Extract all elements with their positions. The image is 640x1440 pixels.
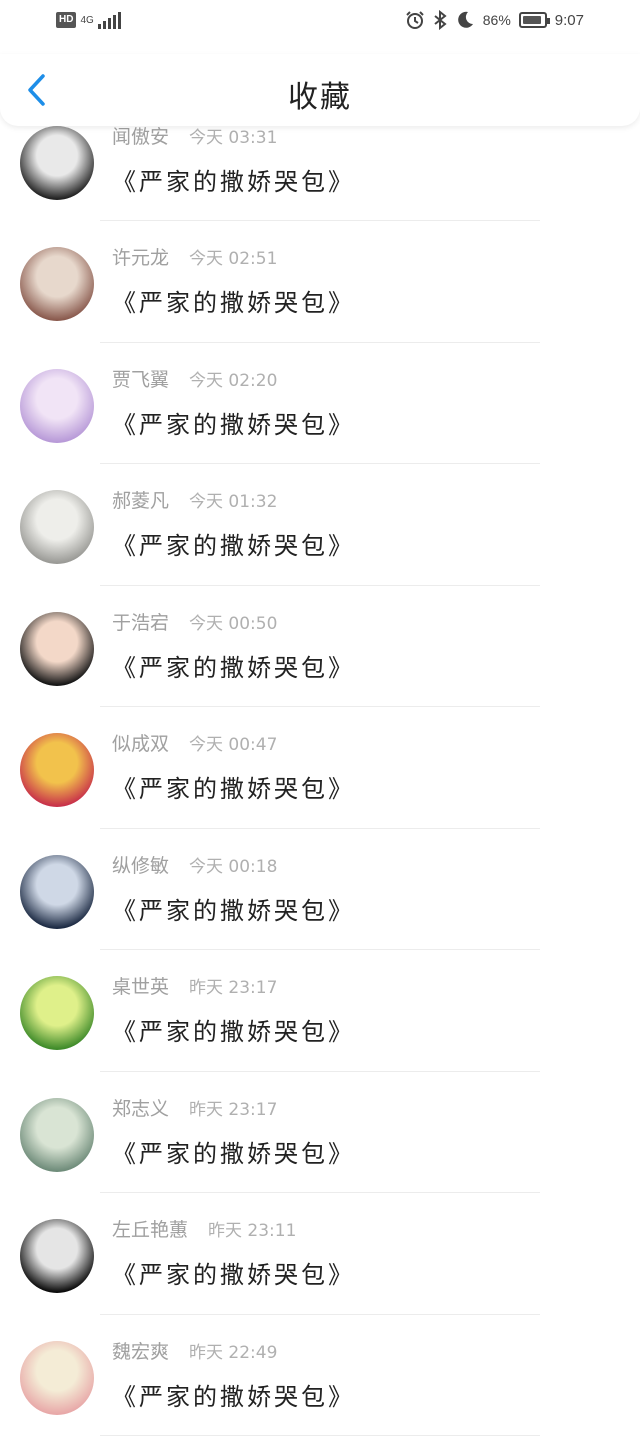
user-name: 贾飞翼 bbox=[112, 368, 170, 391]
list-item[interactable]: 许元龙 今天 02:51 《严家的撒娇哭包》 bbox=[0, 221, 640, 343]
user-name: 许元龙 bbox=[112, 247, 170, 269]
book-title[interactable]: 《严家的撒娇哭包》 bbox=[112, 769, 355, 804]
user-name: 左丘艳蕙 bbox=[112, 1219, 189, 1241]
book-title[interactable]: 《严家的撒娇哭包》 bbox=[112, 1255, 355, 1290]
item-meta: 于浩宕 今天 00:50 bbox=[112, 608, 277, 635]
list-item[interactable]: 魏宏爽 昨天 22:49 《严家的撒娇哭包》 bbox=[0, 1315, 640, 1436]
item-meta: 魏宏爽 昨天 22:49 bbox=[112, 1337, 277, 1364]
top-nav-bar: 收藏 bbox=[0, 54, 640, 126]
book-title[interactable]: 《严家的撒娇哭包》 bbox=[112, 283, 355, 318]
item-meta: 似成双 今天 00:47 bbox=[112, 729, 277, 756]
timestamp: 今天 02:51 bbox=[189, 249, 278, 269]
user-name: 纵修敏 bbox=[112, 854, 170, 877]
avatar[interactable] bbox=[20, 490, 94, 564]
list-item[interactable]: 郝菱凡 今天 01:32 《严家的撒娇哭包》 bbox=[0, 464, 640, 586]
book-title[interactable]: 《严家的撒娇哭包》 bbox=[112, 891, 355, 926]
book-title[interactable]: 《严家的撒娇哭包》 bbox=[112, 162, 355, 197]
list-item[interactable]: 左丘艳蕙 昨天 23:11 《严家的撒娇哭包》 bbox=[0, 1193, 640, 1315]
timestamp: 昨天 23:17 bbox=[189, 978, 278, 998]
avatar[interactable] bbox=[20, 854, 94, 929]
user-name: 似成双 bbox=[112, 733, 170, 755]
user-name: 郑志义 bbox=[112, 1097, 170, 1120]
signal-icon bbox=[97, 11, 121, 29]
page-title: 收藏 bbox=[288, 80, 352, 115]
book-title[interactable]: 《严家的撒娇哭包》 bbox=[112, 1377, 355, 1412]
favorites-list: 闻傲安 今天 03:31 《严家的撒娇哭包》 许元龙 今天 02:51 《严家的撒娇哭包》… bbox=[0, 126, 640, 1440]
battery-percent: 86% bbox=[482, 12, 511, 28]
avatar[interactable] bbox=[20, 126, 94, 200]
list-item[interactable]: 闻傲安 今天 03:31 《严家的撒娇哭包》 bbox=[0, 126, 640, 221]
avatar[interactable] bbox=[20, 976, 94, 1050]
list-item[interactable]: 似成双 今天 00:47 《严家的撒娇哭包》 bbox=[0, 707, 640, 829]
book-title[interactable]: 《严家的撒娇哭包》 bbox=[112, 1012, 355, 1047]
list-item[interactable]: 桌世英 昨天 23:17 《严家的撒娇哭包》 bbox=[0, 950, 640, 1072]
timestamp: 今天 02:20 bbox=[189, 370, 278, 391]
user-name: 郝菱凡 bbox=[112, 490, 170, 512]
status-right: 86% 9:07 bbox=[405, 10, 584, 30]
item-meta: 郑志义 昨天 23:17 bbox=[112, 1094, 277, 1121]
item-meta: 郝菱凡 今天 01:32 bbox=[112, 486, 277, 513]
avatar[interactable] bbox=[20, 1097, 94, 1172]
user-name: 于浩宕 bbox=[112, 611, 170, 634]
item-meta: 闻傲安 今天 03:31 bbox=[112, 126, 277, 149]
network-type: 4G bbox=[80, 14, 94, 26]
hd-icon: HD bbox=[56, 12, 77, 28]
avatar[interactable] bbox=[20, 733, 94, 807]
user-name: 闻傲安 bbox=[112, 126, 170, 148]
timestamp: 今天 00:18 bbox=[189, 856, 278, 877]
item-meta: 左丘艳蕙 昨天 23:11 bbox=[112, 1215, 296, 1242]
avatar[interactable] bbox=[20, 247, 94, 321]
item-meta: 桌世英 昨天 23:17 bbox=[112, 972, 277, 999]
bluetooth-icon bbox=[434, 10, 447, 30]
timestamp: 昨天 23:17 bbox=[189, 1099, 278, 1120]
user-name: 桌世英 bbox=[112, 976, 170, 998]
list-item[interactable]: 纵修敏 今天 00:18 《严家的撒娇哭包》 bbox=[0, 829, 640, 950]
user-name: 魏宏爽 bbox=[112, 1340, 170, 1363]
list-item[interactable]: 贾飞翼 今天 02:20 《严家的撒娇哭包》 bbox=[0, 343, 640, 464]
list-item[interactable]: 于浩宕 今天 00:50 《严家的撒娇哭包》 bbox=[0, 586, 640, 707]
item-meta: 许元龙 今天 02:51 bbox=[112, 243, 277, 270]
status-left: HD 4G bbox=[56, 11, 121, 29]
item-meta: 贾飞翼 今天 02:20 bbox=[112, 365, 277, 392]
timestamp: 今天 01:32 bbox=[189, 492, 278, 512]
timestamp: 今天 00:50 bbox=[189, 613, 278, 634]
avatar[interactable] bbox=[20, 611, 94, 686]
timestamp: 昨天 23:11 bbox=[208, 1221, 297, 1241]
moon-icon bbox=[457, 11, 473, 28]
book-title[interactable]: 《严家的撒娇哭包》 bbox=[112, 648, 355, 683]
status-bar: HD 4G 86% 9:07 bbox=[0, 0, 640, 44]
battery-icon bbox=[518, 12, 550, 28]
alarm-icon bbox=[406, 11, 424, 29]
avatar[interactable] bbox=[20, 1219, 94, 1293]
item-meta: 纵修敏 今天 00:18 bbox=[112, 851, 277, 878]
timestamp: 昨天 22:49 bbox=[189, 1342, 278, 1363]
divider bbox=[100, 1435, 540, 1436]
timestamp: 今天 03:31 bbox=[189, 128, 278, 148]
clock: 9:07 bbox=[554, 11, 584, 29]
book-title[interactable]: 《严家的撒娇哭包》 bbox=[112, 1134, 355, 1169]
timestamp: 今天 00:47 bbox=[189, 735, 278, 755]
book-title[interactable]: 《严家的撒娇哭包》 bbox=[112, 405, 355, 440]
avatar[interactable] bbox=[20, 1340, 94, 1415]
book-title[interactable]: 《严家的撒娇哭包》 bbox=[112, 526, 355, 561]
avatar[interactable] bbox=[20, 368, 94, 443]
list-item[interactable]: 郑志义 昨天 23:17 《严家的撒娇哭包》 bbox=[0, 1072, 640, 1193]
